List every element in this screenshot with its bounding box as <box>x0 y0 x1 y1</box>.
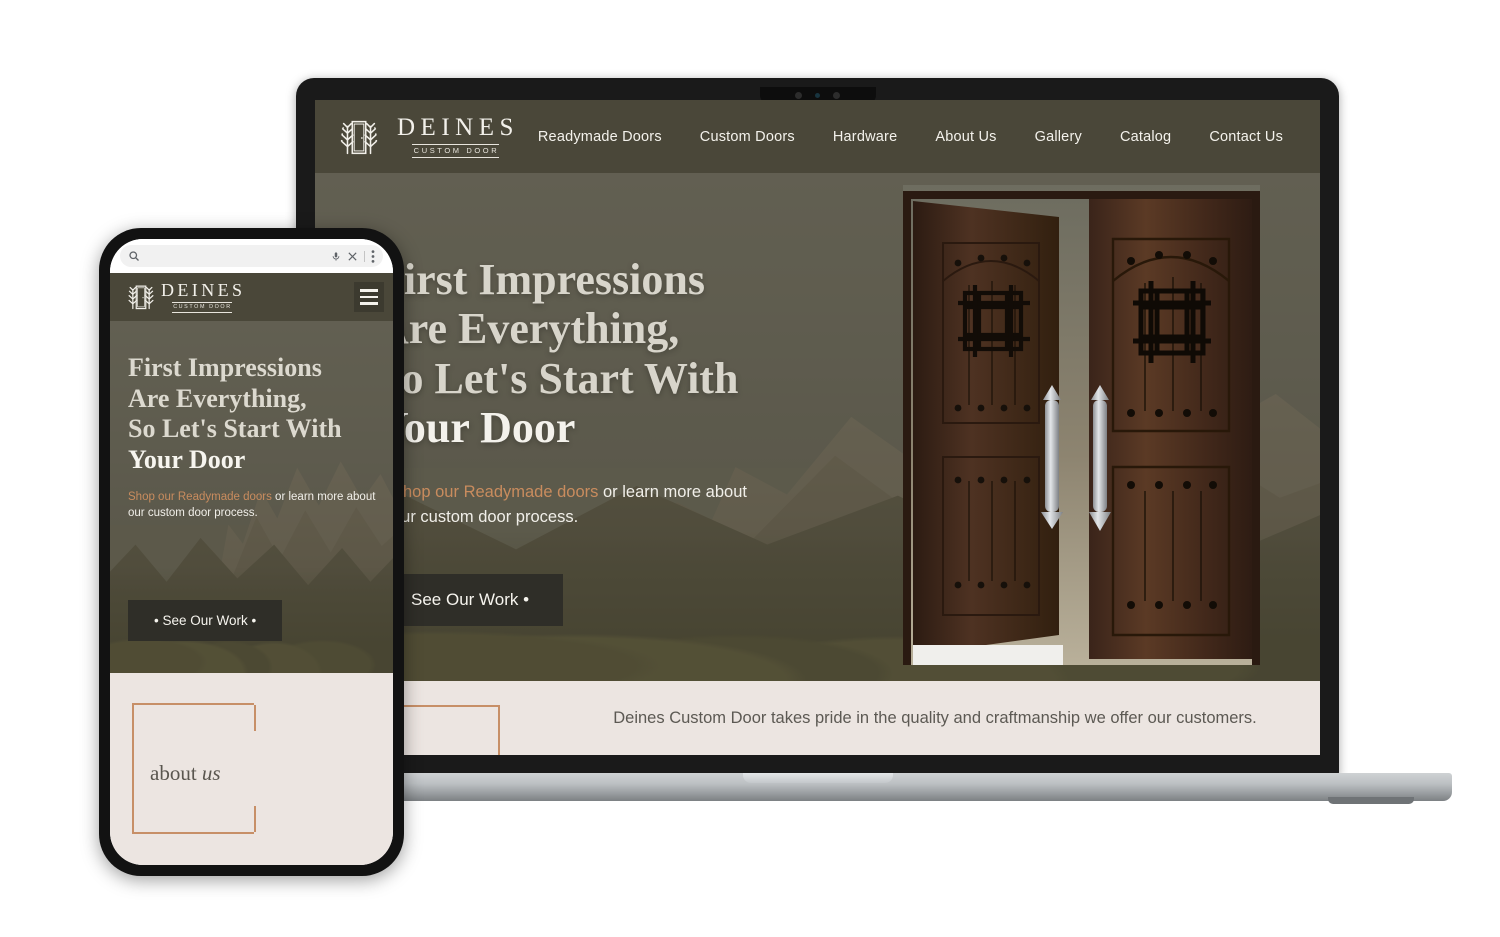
phone-hero-title-line-4: Your Door <box>128 445 246 475</box>
laptop-lid: DEINES CUSTOM DOOR Readymade Doors Custo… <box>296 78 1339 778</box>
hero-copy: First Impressions Are Everything, So Let… <box>377 255 857 626</box>
laptop-foot <box>1328 797 1414 804</box>
nav-item-catalog[interactable]: Catalog <box>1101 129 1190 145</box>
search-input[interactable] <box>146 249 325 263</box>
door-with-trees-icon <box>128 285 154 310</box>
site-header: DEINES CUSTOM DOOR Readymade Doors Custo… <box>315 100 1320 173</box>
laptop-screen: DEINES CUSTOM DOOR Readymade Doors Custo… <box>315 100 1320 755</box>
double-rustic-door-photo <box>903 185 1260 665</box>
hamburger-line <box>360 289 378 292</box>
brand-tagline: CUSTOM DOOR <box>411 144 500 158</box>
hero-title-line-4: Your Door <box>377 402 576 452</box>
hero-title-line-1: First Impressions <box>377 255 705 304</box>
about-section: Deines Custom Door takes pride in the qu… <box>315 681 1320 755</box>
phone-hero-title-line-2: Are Everything, <box>128 383 307 413</box>
phone-screen: DEINES CUSTOM DOOR First Impressions Are… <box>110 239 393 865</box>
brand-name: DEINES <box>161 280 246 301</box>
phone-mockup: DEINES CUSTOM DOOR First Impressions Are… <box>99 228 404 876</box>
overflow-menu-icon[interactable] <box>371 249 375 263</box>
phone-see-our-work-button[interactable]: • See Our Work • <box>128 600 283 641</box>
hamburger-line <box>360 302 378 305</box>
see-our-work-button[interactable]: See Our Work • <box>377 573 564 626</box>
hero-title-line-3: So Let's Start With <box>377 353 739 403</box>
laptop-mockup: DEINES CUSTOM DOOR Readymade Doors Custo… <box>183 78 1452 804</box>
hero-section: First Impressions Are Everything, So Let… <box>315 173 1320 681</box>
main-navigation: Readymade Doors Custom Doors Hardware Ab… <box>519 129 1302 145</box>
about-tagline: Deines Custom Door takes pride in the qu… <box>613 709 1257 727</box>
hamburger-line <box>360 295 378 299</box>
nav-item-contact-us[interactable]: Contact Us <box>1190 129 1302 145</box>
nav-item-hardware[interactable]: Hardware <box>814 129 916 145</box>
phone-logo-wordmark: DEINES CUSTOM DOOR <box>158 280 246 313</box>
camera-lens-icon <box>815 93 820 98</box>
close-icon[interactable] <box>347 251 358 262</box>
phone-readymade-link[interactable]: Readymade doors <box>178 491 272 503</box>
phone-hero-title-line-3: So Let's Start With <box>128 414 342 444</box>
nav-item-custom-doors[interactable]: Custom Doors <box>681 129 814 145</box>
phone-about-label: about us <box>150 761 221 786</box>
phone-hero-subtext: Shop our Readymade doors or learn more a… <box>128 489 378 522</box>
hero-subtext-wrap: Shop our Readymade doors or learn more a… <box>377 480 857 530</box>
hero-subtext: Shop our Readymade doors or learn more a… <box>392 480 752 530</box>
nav-item-readymade-doors[interactable]: Readymade Doors <box>519 129 681 145</box>
logo-wordmark: DEINES CUSTOM DOOR <box>392 115 519 158</box>
nav-item-gallery[interactable]: Gallery <box>1016 129 1101 145</box>
hero-title-line-2: Are Everything, <box>377 304 680 354</box>
phone-hero-section: First Impressions Are Everything, So Let… <box>110 321 393 673</box>
hero-readymade-link[interactable]: Readymade doors <box>464 483 599 501</box>
microphone-icon[interactable] <box>331 250 341 263</box>
speaker-dot-icon <box>795 92 802 99</box>
sensor-dot-icon <box>833 92 840 99</box>
phone-hero-copy: First Impressions Are Everything, So Let… <box>128 353 378 522</box>
hero-title: First Impressions Are Everything, So Let… <box>377 255 857 452</box>
brand-name: DEINES <box>397 114 519 142</box>
phone-site-header: DEINES CUSTOM DOOR <box>110 273 393 321</box>
browser-omnibox[interactable] <box>120 245 383 267</box>
search-icon <box>128 250 140 262</box>
site-logo[interactable]: DEINES CUSTOM DOOR <box>335 113 519 161</box>
hamburger-menu-icon[interactable] <box>354 282 384 312</box>
phone-about-section: about us <box>110 673 393 865</box>
phone-hero-title: First Impressions Are Everything, So Let… <box>128 353 378 476</box>
brand-tagline: CUSTOM DOOR <box>171 302 232 313</box>
about-label-main: about <box>150 761 202 785</box>
mockup-stage: DEINES CUSTOM DOOR Readymade Doors Custo… <box>0 0 1500 937</box>
phone-sub-prefix: Shop our <box>128 490 178 503</box>
about-label-italic: us <box>201 761 221 785</box>
toolbar-divider <box>364 250 365 262</box>
phone-hero-title-line-1: First Impressions <box>128 353 322 382</box>
browser-toolbar <box>110 239 393 273</box>
door-with-trees-icon <box>340 120 378 154</box>
nav-item-about-us[interactable]: About Us <box>916 129 1015 145</box>
